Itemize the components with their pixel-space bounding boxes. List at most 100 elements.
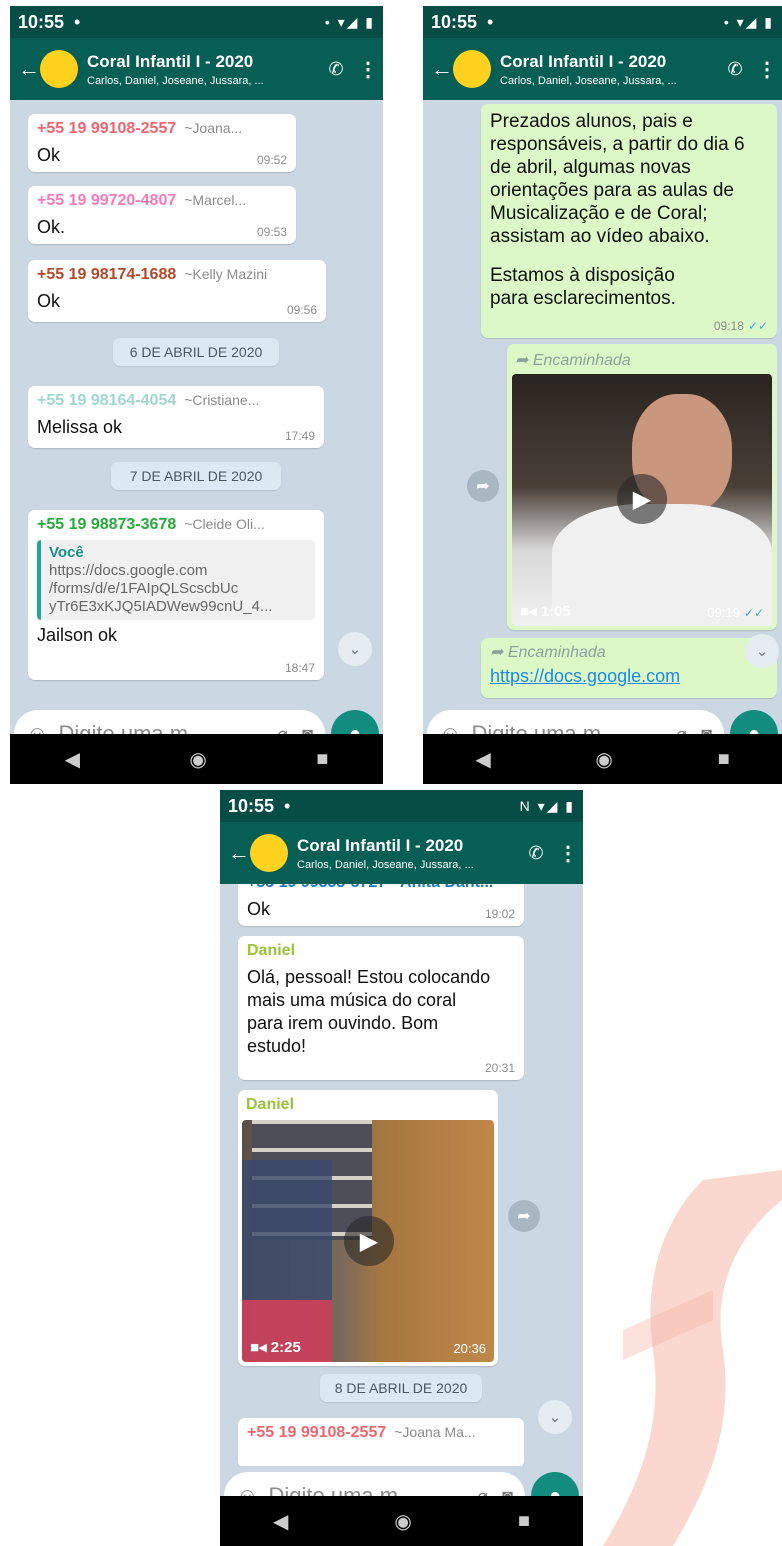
nav-home-icon[interactable]: ◉ xyxy=(394,1509,411,1534)
message-bubble[interactable]: +55 19 99108-2557 ~Joana... Ok 09:52 xyxy=(28,114,296,172)
chat-area[interactable]: +55 19 99108-2557 ~Joana... Ok 09:52 +55 … xyxy=(10,100,383,704)
sender-phone: +55 19 98164-4054 xyxy=(37,392,177,409)
message-bubble[interactable]: +55 19 98174-1688 ~Kelly Mazini Ok 09:56 xyxy=(28,260,326,322)
screen-1: 10:55 • • ▾◢ ▮ ← Coral Infantil I - 2020 … xyxy=(10,6,383,784)
scroll-down-icon[interactable]: ⌄ xyxy=(745,634,779,668)
sender-name: Daniel xyxy=(247,942,296,959)
message-bubble[interactable]: +55 19 99720-4807 ~Marcel... Ok. 09:53 xyxy=(28,186,296,244)
message-bubble[interactable]: +55 19 98873-3678 ~Cleide Oli... Você htt… xyxy=(28,510,324,680)
play-icon[interactable]: ▶ xyxy=(344,1216,394,1266)
message-text: Prezados alunos, pais e responsáveis, a … xyxy=(490,111,745,247)
message-text: Ok xyxy=(37,291,61,311)
sender-alias: ~Joana Ma... xyxy=(394,1424,476,1440)
nav-home-icon[interactable]: ◉ xyxy=(189,747,206,772)
nav-bar: ◀ ◉ ■ xyxy=(10,734,383,784)
message-bubble[interactable]: Daniel Olá, pessoal! Estou colocando mai… xyxy=(238,936,524,1080)
add-call-icon[interactable]: ✆ xyxy=(519,843,553,864)
video-thumbnail[interactable]: ▶ ■◂ 1:05 09:19 ✓✓ xyxy=(512,374,772,626)
video-duration: 2:25 xyxy=(270,1339,301,1356)
message-text: Olá, pessoal! Estou colocando mais uma m… xyxy=(247,967,491,1056)
message-text: Melissa ok xyxy=(37,417,123,437)
sender-partial: +55 19 99333-5727 ~Anita Dant... xyxy=(247,884,515,892)
video-time: 20:36 xyxy=(453,1341,486,1356)
date-chip: 6 DE ABRIL DE 2020 xyxy=(113,338,279,366)
forwarded-label: Encaminhada xyxy=(532,352,631,369)
status-bar: 10:55 • • ▾◢ ▮ xyxy=(423,6,782,38)
chat-title-area[interactable]: Coral Infantil I - 2020 Carlos, Daniel, … xyxy=(87,52,319,87)
sender-phone: +55 19 99108-2557 xyxy=(247,1424,387,1441)
scroll-down-icon[interactable]: ⌄ xyxy=(538,1400,572,1434)
nav-recents-icon[interactable]: ■ xyxy=(316,748,328,771)
more-options-icon[interactable]: ⋮ xyxy=(353,57,383,82)
message-text: Ok xyxy=(247,899,271,919)
shared-link[interactable]: https://docs.google.com xyxy=(490,666,768,687)
quoted-message[interactable]: Você https://docs.google.com /forms/d/e/… xyxy=(37,540,315,620)
message-bubble[interactable]: +55 19 99333-5727 ~Anita Dant... Ok 19:0… xyxy=(238,884,524,926)
more-options-icon[interactable]: ⋮ xyxy=(553,841,583,866)
nav-bar: ◀ ◉ ■ xyxy=(423,734,782,784)
chat-title: Coral Infantil I - 2020 xyxy=(500,51,667,71)
group-avatar[interactable] xyxy=(250,834,288,872)
app-bar: ← Coral Infantil I - 2020 Carlos, Daniel… xyxy=(423,38,782,100)
read-ticks-icon: ✓✓ xyxy=(743,606,764,620)
message-text: Ok. xyxy=(37,217,66,237)
chat-area[interactable]: Prezados alunos, pais e responsáveis, a … xyxy=(423,100,782,704)
message-time: 18:47 xyxy=(284,661,315,675)
chat-area[interactable]: +55 19 99333-5727 ~Anita Dant... Ok 19:0… xyxy=(220,884,583,1466)
sender-alias: ~Cleide Oli... xyxy=(184,516,265,532)
status-icons: N ▾◢ ▮ xyxy=(519,797,575,814)
app-bar: ← Coral Infantil I - 2020 Carlos, Daniel… xyxy=(10,38,383,100)
message-bubble[interactable]: +55 19 98164-4054 ~Cristiane... Melissa o… xyxy=(28,386,324,448)
outgoing-video-message[interactable]: ➦ Encaminhada ▶ ■◂ 1:05 09:19 ✓✓ xyxy=(507,344,777,630)
message-text: Jailson ok xyxy=(37,625,118,645)
sender-phone: +55 19 98174-1688 xyxy=(37,266,177,283)
video-message[interactable]: Daniel ▶ ■◂ 2:25 20:36 xyxy=(238,1090,498,1366)
date-chip: 8 DE ABRIL DE 2020 xyxy=(320,1374,482,1402)
status-icons: • ▾◢ ▮ xyxy=(324,13,375,30)
group-avatar[interactable] xyxy=(40,50,78,88)
screen-2: 10:55 • • ▾◢ ▮ ← Coral Infantil I - 2020 … xyxy=(423,6,782,784)
forward-icon[interactable]: ➦ xyxy=(508,1200,540,1232)
message-bubble[interactable]: +55 19 99108-2557 ~Joana Ma... xyxy=(238,1418,524,1466)
nav-recents-icon[interactable]: ■ xyxy=(718,748,730,771)
scroll-down-icon[interactable]: ⌄ xyxy=(338,632,372,666)
message-time: 09:53 xyxy=(256,225,287,239)
message-time: 20:31 xyxy=(484,1061,515,1075)
chat-subtitle: Carlos, Daniel, Joseane, Jussara, ... xyxy=(500,74,677,87)
message-time: 09:18 xyxy=(713,319,744,333)
screen-3: 10:55 • N ▾◢ ▮ ← Coral Infantil I - 2020 … xyxy=(220,790,583,1546)
chat-subtitle: Carlos, Daniel, Joseane, Jussara, ... xyxy=(87,74,264,87)
outgoing-message-bubble[interactable]: Prezados alunos, pais e responsáveis, a … xyxy=(481,104,777,338)
video-camera-icon: ■◂ xyxy=(250,1339,271,1356)
video-duration: 1:05 xyxy=(540,603,571,620)
outgoing-link-message[interactable]: ➦ Encaminhada https://docs.google.com xyxy=(481,638,777,698)
sender-alias: ~Cristiane... xyxy=(184,392,260,408)
sender-alias: ~Kelly Mazini xyxy=(184,266,268,282)
nav-bar: ◀ ◉ ■ xyxy=(220,1496,583,1546)
video-thumbnail[interactable]: ▶ ■◂ 2:25 20:36 xyxy=(242,1120,494,1362)
nav-home-icon[interactable]: ◉ xyxy=(595,747,612,772)
forward-icon[interactable]: ➦ xyxy=(467,470,499,502)
watermark-logo xyxy=(603,1170,782,1546)
nav-recents-icon[interactable]: ■ xyxy=(518,1510,530,1533)
add-call-icon[interactable]: ✆ xyxy=(718,59,752,80)
nav-back-icon[interactable]: ◀ xyxy=(65,747,80,772)
sender-phone: +55 19 98873-3678 xyxy=(37,516,177,533)
forwarded-label: Encaminhada xyxy=(507,644,606,661)
nav-back-icon[interactable]: ◀ xyxy=(273,1509,288,1534)
video-time: 09:19 xyxy=(707,605,740,620)
sender-phone: +55 19 99720-4807 xyxy=(37,192,177,209)
more-options-icon[interactable]: ⋮ xyxy=(752,57,782,82)
forwarded-arrow-icon: ➦ xyxy=(515,352,533,369)
video-camera-icon: ■◂ xyxy=(520,603,541,620)
group-avatar[interactable] xyxy=(453,50,491,88)
play-icon[interactable]: ▶ xyxy=(617,474,667,524)
add-call-icon[interactable]: ✆ xyxy=(319,59,353,80)
chat-title-area[interactable]: Coral Infantil I - 2020 Carlos, Daniel, … xyxy=(297,836,519,871)
chat-title-area[interactable]: Coral Infantil I - 2020 Carlos, Daniel, … xyxy=(500,52,718,87)
sender-alias: ~Marcel... xyxy=(184,192,247,208)
nav-back-icon[interactable]: ◀ xyxy=(475,747,490,772)
status-bar: 10:55 • • ▾◢ ▮ xyxy=(10,6,383,38)
message-time: 09:52 xyxy=(256,153,287,167)
status-icons: • ▾◢ ▮ xyxy=(723,13,774,30)
